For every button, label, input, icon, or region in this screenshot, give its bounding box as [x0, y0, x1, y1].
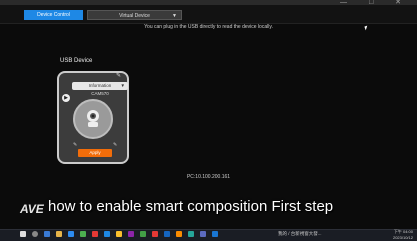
app-icon[interactable]: [188, 231, 194, 237]
chevron-down-icon: ▼: [120, 83, 125, 88]
app-icon[interactable]: [140, 231, 146, 237]
app-icon[interactable]: [116, 231, 122, 237]
clock-date: 2023/10/12: [392, 234, 413, 240]
tab-device-control[interactable]: Device Control: [24, 10, 83, 20]
file-explorer-icon[interactable]: [56, 231, 62, 237]
app-icon[interactable]: [80, 231, 86, 237]
aver-logo: AVE: [20, 202, 44, 216]
clock-time: 下午 04:00: [393, 229, 413, 234]
app-icon[interactable]: [104, 231, 110, 237]
information-dropdown-label: Information: [88, 83, 112, 88]
camera-icon: [87, 110, 99, 127]
virtual-device-select[interactable]: Virtual Device ▼: [87, 10, 182, 20]
apply-button[interactable]: Apply: [78, 149, 112, 157]
app-icon[interactable]: [176, 231, 182, 237]
information-dropdown[interactable]: Information ▼: [72, 82, 128, 90]
taskbar-clock[interactable]: 下午 04:00 2023/10/12: [393, 229, 413, 240]
app-icon[interactable]: [212, 231, 218, 237]
info-message: You can plug in the USB directly to read…: [144, 24, 273, 30]
pencil-icon[interactable]: ✎: [116, 72, 121, 79]
pc-address: PC:10.100.200.161: [186, 174, 231, 180]
virtual-device-label: Virtual Device: [119, 13, 150, 19]
app-icon[interactable]: [92, 231, 98, 237]
device-name: CAM570: [91, 91, 109, 96]
chevron-down-icon: ▼: [172, 13, 177, 19]
app-icon[interactable]: [152, 231, 158, 237]
app-icon[interactable]: [128, 231, 134, 237]
app-icon[interactable]: [164, 231, 170, 237]
windows-start-icon[interactable]: [20, 231, 26, 237]
pencil-icon[interactable]: ✎: [73, 142, 77, 148]
usb-device-heading: USB Device: [60, 58, 93, 64]
task-view-icon[interactable]: [44, 231, 50, 237]
taskbar-tray-text: 我的 / 台新視窗大發...: [278, 231, 322, 236]
play-icon[interactable]: ▶: [62, 94, 70, 102]
edge-browser-icon[interactable]: [68, 231, 74, 237]
taskbar: [0, 229, 417, 241]
pencil-icon[interactable]: ✎: [113, 142, 117, 148]
search-icon[interactable]: [32, 231, 38, 237]
app-icon[interactable]: [200, 231, 206, 237]
video-caption: how to enable smart composition First st…: [48, 198, 334, 215]
